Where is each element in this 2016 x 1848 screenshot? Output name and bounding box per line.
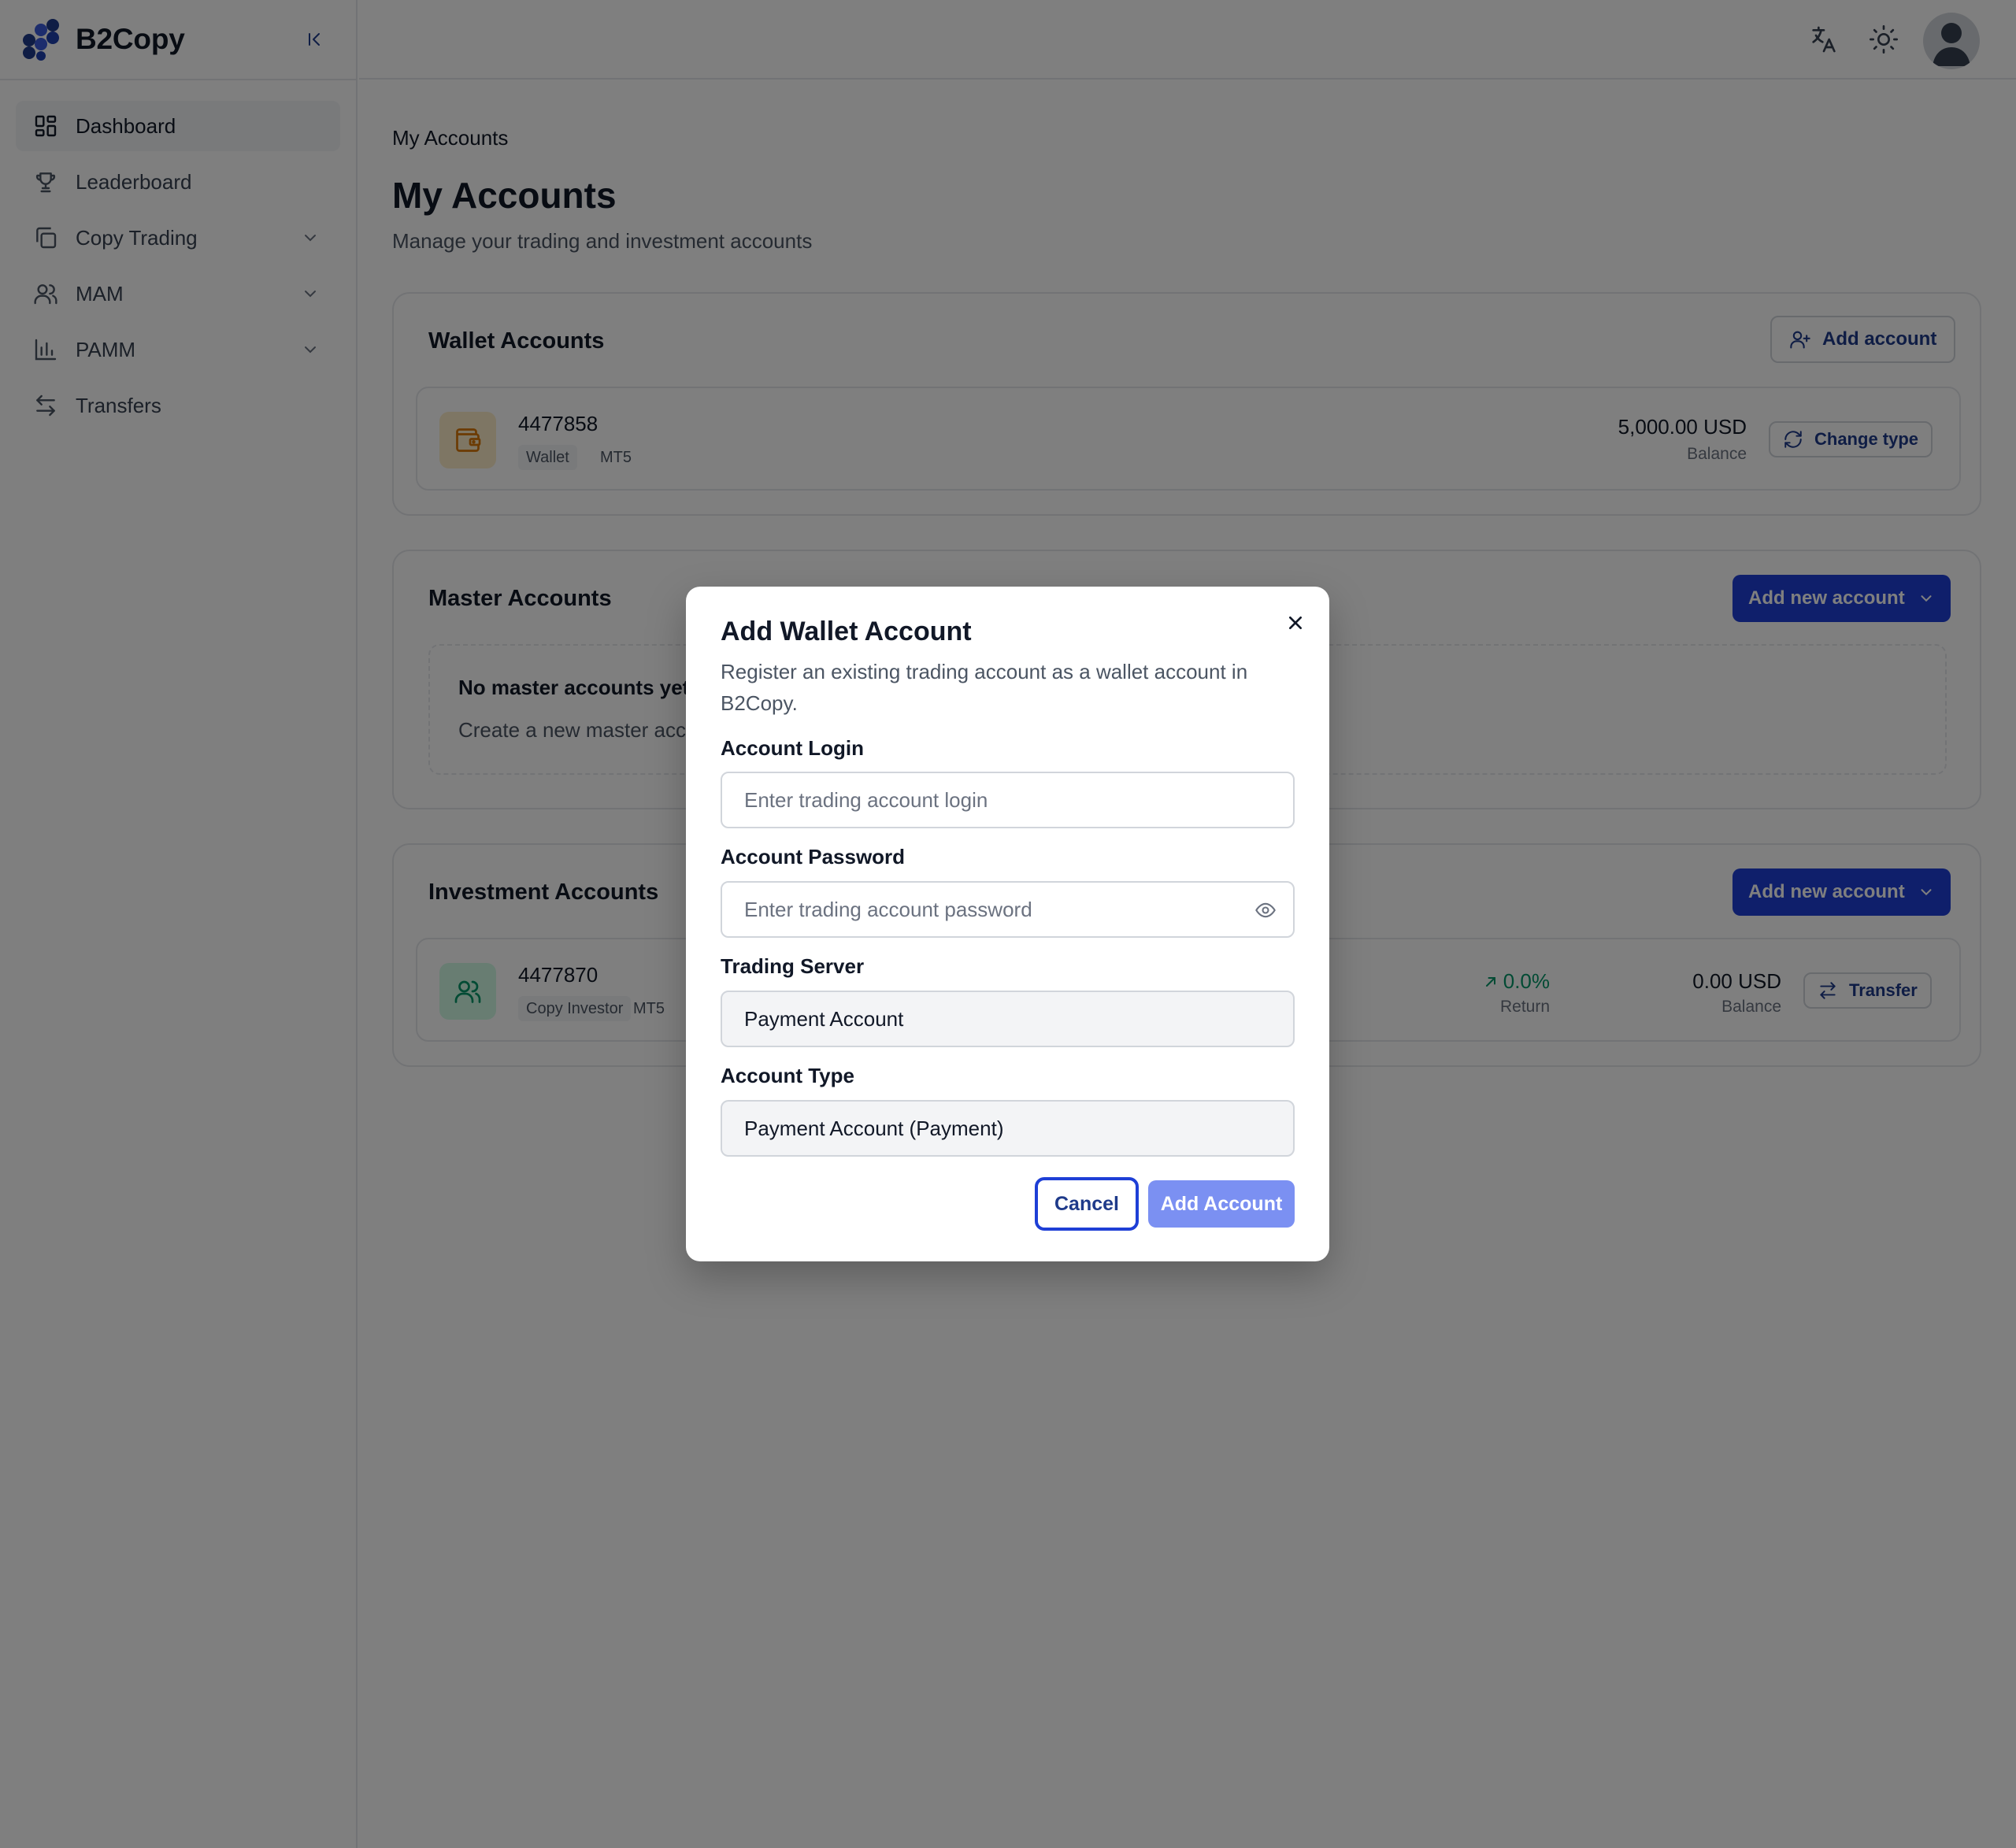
account-login-label: Account Login bbox=[721, 736, 864, 760]
close-dialog-button[interactable] bbox=[1283, 610, 1308, 635]
add-account-submit-button[interactable]: Add Account bbox=[1148, 1180, 1295, 1228]
account-login-input[interactable] bbox=[721, 772, 1295, 828]
dialog-description: Register an existing trading account as … bbox=[721, 660, 1248, 715]
eye-icon bbox=[1255, 902, 1276, 918]
trading-server-field[interactable]: Payment Account bbox=[721, 991, 1295, 1047]
account-type-field[interactable]: Payment Account (Payment) bbox=[721, 1100, 1295, 1157]
account-type-label: Account Type bbox=[721, 1064, 854, 1087]
account-password-input[interactable] bbox=[721, 881, 1295, 938]
toggle-password-visibility-button[interactable] bbox=[1254, 899, 1277, 921]
add-wallet-account-dialog: Add Wallet Account Register an existing … bbox=[686, 587, 1329, 1261]
account-password-label: Account Password bbox=[721, 845, 906, 868]
close-icon bbox=[1289, 617, 1302, 629]
cancel-button[interactable]: Cancel bbox=[1035, 1177, 1139, 1231]
trading-server-label: Trading Server bbox=[721, 954, 865, 978]
dialog-title: Add Wallet Account bbox=[721, 617, 972, 646]
